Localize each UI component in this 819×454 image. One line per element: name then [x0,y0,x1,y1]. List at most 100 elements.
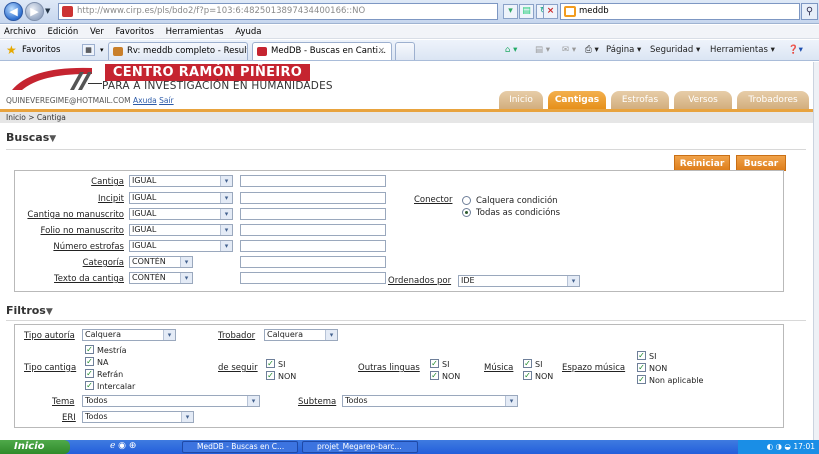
tab-trobadores[interactable]: Trobadores [737,91,809,109]
collapse-triangle-icon[interactable]: ▼ [49,134,56,144]
search-row-label: Número estrofas [53,242,124,252]
divider [6,149,806,150]
menu-herramientas[interactable]: Herramientas [166,27,224,37]
vertical-scrollbar[interactable] [813,62,819,440]
search-value-input[interactable] [240,208,386,220]
order-select[interactable]: IDE ▾ [458,275,580,287]
outras-linguas-si-checkbox[interactable]: ✓ [430,359,439,368]
search-go-icon[interactable]: ⚲ [801,3,818,20]
chevron-down-icon: ▾ [220,225,232,235]
eri-select[interactable]: Todos ▾ [82,411,194,423]
tipo-autoria-label: Tipo autoría [24,331,75,341]
help-link[interactable]: Axuda [133,96,157,105]
favorites-star-icon[interactable]: ★ [6,44,17,56]
menu-ayuda[interactable]: Ayuda [235,27,261,37]
task-meddb[interactable]: MedDB - Buscas en C... [182,441,298,453]
trobador-select[interactable]: Calquera ▾ [264,329,338,341]
tab-list-icon[interactable]: ▾ [100,46,104,54]
url-field[interactable]: http://www.cirp.es/pls/bdo2/f?p=103:6:48… [58,3,498,20]
operator-select[interactable]: IGUAL ▾ [129,192,233,204]
operator-select[interactable]: IGUAL ▾ [129,224,233,236]
print-icon[interactable]: ⎙ ▾ [585,45,599,55]
tema-select[interactable]: Todos ▾ [82,395,260,407]
tab-versos[interactable]: Versos [674,91,732,109]
menu-favoritos[interactable]: Favoritos [116,27,154,37]
start-button[interactable]: Inicio [0,440,70,454]
intercalar-checkbox[interactable]: ✓ [85,381,94,390]
espazo-musica-si-checkbox[interactable]: ✓ [637,351,646,360]
search-row-label: Cantiga no manuscrito [27,210,124,220]
feeds-icon[interactable]: ▤ ▾ [535,45,550,55]
stop-icon[interactable]: × [543,4,558,19]
tipo-cantiga-label: Tipo cantiga [24,363,77,373]
operator-select[interactable]: CONTÉN ▾ [129,272,193,284]
search-input[interactable]: meddb [560,3,800,20]
search-value-input[interactable] [240,256,386,268]
menu-pagina[interactable]: Página ▾ [606,45,641,55]
connector-any-radio[interactable] [462,196,471,205]
mail-icon[interactable]: ✉ ▾ [562,45,576,55]
menu-seguridad[interactable]: Seguridad ▾ [650,45,700,55]
compatibility-icon[interactable]: ▤ [519,4,534,19]
de-seguir-non-checkbox[interactable]: ✓ [266,371,275,380]
outras-linguas-non-checkbox[interactable]: ✓ [430,371,439,380]
na-checkbox[interactable]: ✓ [85,357,94,366]
tray-icons[interactable]: ◐ ◑ ◒ [767,442,794,451]
tab-rv-meddb[interactable]: Rv: meddb completo - Result... [108,42,248,60]
outras-linguas-label: Outras linguas [358,363,420,373]
connector-all-radio[interactable] [462,208,471,217]
tab-estrofas[interactable]: Estrofas [611,91,669,109]
de-seguir-si-checkbox[interactable]: ✓ [266,359,275,368]
back-button[interactable]: ◀ [4,2,23,21]
tab-grid-icon[interactable]: ▦ [82,44,95,56]
search-button[interactable]: Buscar [736,155,786,171]
search-value-input[interactable] [240,224,386,236]
tab-meddb-buscas[interactable]: MedDB - Buscas en Canti... × [252,42,392,60]
collapse-triangle-icon[interactable]: ▼ [46,307,53,317]
operator-select[interactable]: IGUAL ▾ [129,240,233,252]
refran-checkbox[interactable]: ✓ [85,369,94,378]
menu-archivo[interactable]: Archivo [4,27,36,37]
search-value-input[interactable] [240,272,386,284]
favorites-button[interactable]: Favoritos [22,45,60,55]
menu-ver[interactable]: Ver [90,27,104,37]
musica-non-checkbox[interactable]: ✓ [523,371,532,380]
task-projet[interactable]: projet_Megarep-barc... [302,441,418,453]
url-dropdown-icon[interactable]: ▾ [503,4,518,19]
operator-select[interactable]: CONTÉN ▾ [129,256,193,268]
history-dropdown-icon[interactable]: ▼ [45,7,50,15]
connector-all-label: Todas as condicións [476,208,561,218]
tema-label: Tema [52,397,75,407]
menu-edicion[interactable]: Edición [47,27,78,37]
home-icon[interactable]: ⌂ ▾ [505,45,517,55]
operator-select[interactable]: IGUAL ▾ [129,175,233,187]
search-value-input[interactable] [240,175,386,187]
subtema-select[interactable]: Todos ▾ [342,395,518,407]
operator-select[interactable]: IGUAL ▾ [129,208,233,220]
connector-label: Conector [414,195,453,205]
search-value-input[interactable] [240,192,386,204]
reset-button[interactable]: Reiniciar [674,155,730,171]
tipo-autoria-select[interactable]: Calquera ▾ [82,329,176,341]
musica-si-checkbox[interactable]: ✓ [523,359,532,368]
musica-si-label: SI [535,360,543,369]
clock: 17:01 [793,442,815,451]
new-tab-button[interactable] [395,42,415,60]
search-value-input[interactable] [240,240,386,252]
mestria-checkbox[interactable]: ✓ [85,345,94,354]
close-tab-icon[interactable]: × [378,43,385,60]
tab-cantigas[interactable]: Cantigas [548,91,606,109]
espazo-musica-non-checkbox[interactable]: ✓ [637,363,646,372]
de-seguir-label: de seguir [218,363,258,373]
connector-any-label: Calquera condición [476,196,558,206]
menu-herramientas-cmd[interactable]: Herramientas ▾ [710,45,775,55]
tab-inicio[interactable]: Inicio [499,91,543,109]
espazo-musica-na-checkbox[interactable]: ✓ [637,375,646,384]
divider [6,320,806,321]
quicklaunch-icons[interactable]: ℯ ◉ ⊕ [110,441,136,451]
search-provider-icon [564,6,576,17]
logout-link[interactable]: Saír [159,96,174,105]
subtitle-rule [88,83,102,84]
help-icon[interactable]: ❓▾ [788,45,803,55]
forward-button[interactable]: ▶ [25,2,44,21]
